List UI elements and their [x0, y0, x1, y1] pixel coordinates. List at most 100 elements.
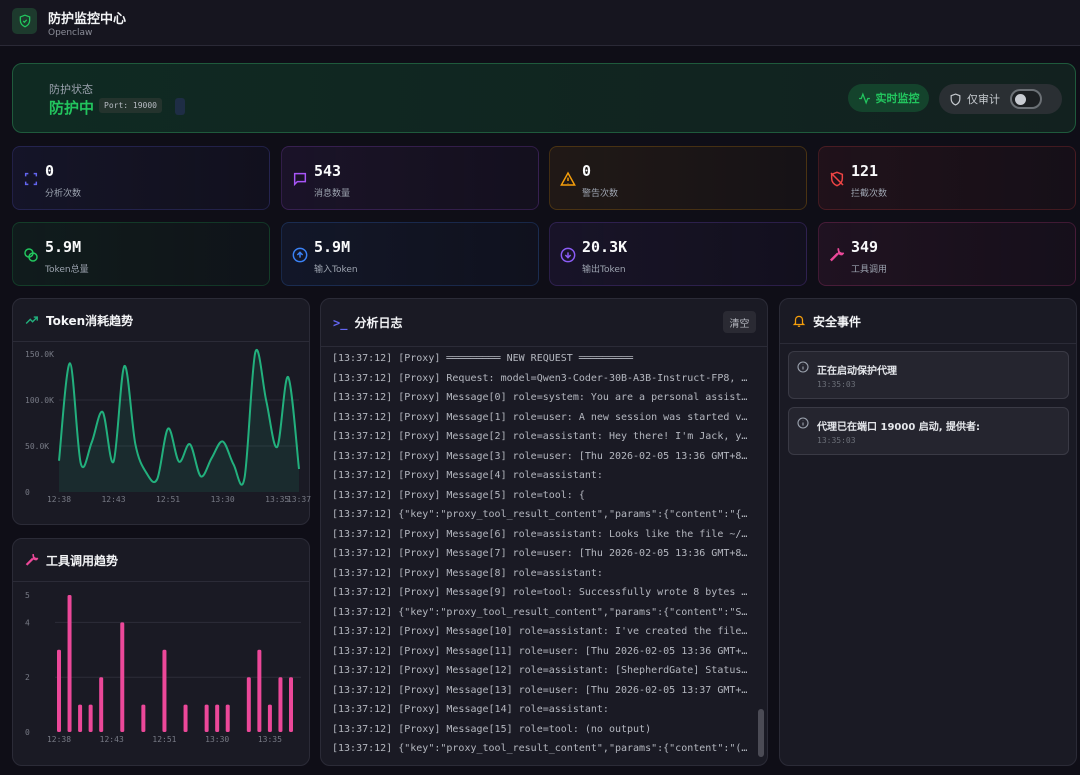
y-tick-label: 5: [25, 591, 30, 600]
audit-only-label: 仅审计: [967, 93, 1000, 106]
y-tick-label: 2: [25, 673, 30, 682]
log-line: [13:37:12] [Proxy] Message[5] role=tool:…: [332, 489, 585, 501]
tool-trend-title: 工具调用趋势: [46, 553, 119, 568]
bar: [78, 704, 83, 732]
bar: [162, 649, 167, 732]
shield-icon: [950, 92, 961, 106]
coins-icon: [24, 248, 38, 262]
log-line: [13:37:12] [Proxy] Message[2] role=assis…: [332, 431, 749, 442]
stat-card: 0 分析次数: [12, 146, 270, 210]
wrench-icon: [25, 554, 39, 566]
stat-value: 121: [851, 162, 879, 180]
stat-card: 20.3K 输出Token: [549, 222, 807, 286]
log-line: [13:37:12] {"key":"proxy_tool_result_con…: [332, 743, 749, 754]
log-line: [13:37:12] [Proxy] Message[13] role=user…: [332, 684, 749, 696]
y-tick-label: 0: [25, 728, 30, 737]
y-tick-label: 100.0K: [25, 396, 54, 405]
log-line: [13:37:12] [Proxy] Request: model=Qwen3-…: [332, 372, 749, 384]
stat-value: 0: [45, 162, 55, 180]
x-tick-label: 12:38: [47, 735, 71, 744]
stat-card: 349 工具调用: [818, 222, 1076, 286]
x-tick-label: 13:30: [205, 735, 229, 744]
log-line: [13:37:12] [Proxy] Message[15] role=tool…: [332, 723, 652, 735]
y-tick-label: 50.0K: [25, 442, 49, 451]
bar: [257, 649, 262, 732]
log-list: [13:37:12] [Proxy] ═════════ NEW REQUEST…: [332, 349, 749, 759]
x-tick-label: 13:37: [287, 495, 311, 504]
stat-label: 工具调用: [851, 265, 888, 275]
app-title: 防护监控中心: [48, 12, 127, 27]
log-line: [13:37:12] [Proxy] Message[0] role=syste…: [332, 392, 749, 403]
bar: [88, 704, 93, 732]
arrow-up-circle-icon: [292, 247, 308, 263]
terminal-icon: >_: [333, 315, 348, 330]
shield-logo-icon: [12, 8, 37, 34]
x-tick-label: 12:38: [47, 495, 71, 504]
x-tick-label: 12:51: [152, 735, 176, 744]
stat-value: 0: [582, 162, 592, 180]
scan-icon: [24, 172, 38, 186]
event-time: 13:35:03: [817, 380, 856, 389]
log-line: [13:37:12] [Proxy] Message[10] role=assi…: [332, 626, 749, 637]
trending-up-icon: [25, 316, 38, 324]
x-tick-label: 13:30: [211, 495, 235, 504]
stat-card: 5.9M 输入Token: [281, 222, 539, 286]
bar: [141, 704, 146, 732]
log-line: [13:37:12] [Proxy] Message[1] role=user:…: [332, 411, 749, 423]
log-line: [13:37:12] [Proxy] ═════════ NEW REQUEST…: [332, 353, 634, 364]
message-icon: [293, 172, 307, 187]
token-trend-title: Token消耗趋势: [46, 313, 134, 328]
token-trend-panel: Token消耗趋势 0 50.0K 100.0K 150.0K 12:38 12:43 12…: [12, 298, 311, 525]
tool-trend-chart: 0 2 4 5 12:38 12:43 12:51 13:30 13:35: [25, 591, 301, 744]
x-tick-label: 12:43: [101, 495, 125, 504]
y-tick-label: 150.0K: [25, 350, 54, 359]
wrench-icon: [829, 248, 845, 262]
bar: [246, 677, 251, 732]
analysis-log-panel: >_ 分析日志 清空 [13:37:12] [Proxy] ═════════ N…: [320, 298, 768, 766]
stat-value: 20.3K: [582, 238, 628, 256]
stat-label: Token总量: [45, 265, 89, 275]
audit-only-toggle[interactable]: [1010, 89, 1042, 109]
stat-label: 分析次数: [45, 189, 82, 199]
event-time: 13:35:03: [817, 436, 856, 445]
status-indicator: [175, 98, 185, 115]
log-line: [13:37:12] [Proxy] Message[9] role=tool:…: [332, 587, 749, 598]
stat-value: 543: [314, 162, 342, 180]
stat-value: 349: [851, 238, 879, 256]
status-value: 防护中: [49, 99, 95, 117]
log-line: [13:37:12] [Proxy] Message[4] role=assis…: [332, 470, 603, 481]
x-tick-label: 12:51: [156, 495, 180, 504]
bar: [267, 704, 272, 732]
info-icon: [797, 417, 809, 429]
tool-trend-panel: 工具调用趋势 0 2 4 5 12:38 12:43 12:51 13:30 13:35: [12, 538, 310, 766]
stat-label: 消息数量: [314, 189, 351, 199]
log-line: [13:37:12] [Proxy] Message[8] role=assis…: [332, 567, 603, 579]
token-trend-chart: 0 50.0K 100.0K 150.0K 12:38 12:43 12:51 13:30 13…: [25, 348, 311, 504]
event-item[interactable]: 代理已在端口 19000 启动, 提供者: 13:35:03: [788, 407, 1069, 455]
app-header: 防护监控中心 Openclaw: [0, 0, 1080, 46]
shield-off-icon: [830, 171, 844, 187]
activity-icon: [858, 91, 870, 105]
protection-status-panel: 防护状态 防护中 Port: 19000 实时监控 仅审计: [12, 63, 1076, 133]
log-line: [13:37:12] [Proxy] Message[14] role=assi…: [332, 704, 609, 715]
audit-only-control: 仅审计: [939, 84, 1062, 114]
log-scrollbar[interactable]: [758, 709, 764, 757]
bar: [278, 677, 283, 732]
log-line: [13:37:12] [Proxy] Message[6] role=assis…: [332, 528, 749, 540]
log-line: [13:37:12] [Proxy] Message[11] role=user…: [332, 645, 749, 657]
clear-log-button[interactable]: 清空: [723, 311, 756, 333]
arrow-down-circle-icon: [560, 247, 576, 263]
log-line: [13:37:12] [Proxy] Message[3] role=user:…: [332, 450, 749, 462]
stat-label: 输出Token: [582, 265, 626, 275]
bar: [183, 704, 188, 732]
event-item[interactable]: 正在启动保护代理 13:35:03: [788, 351, 1069, 399]
x-tick-label: 12:43: [100, 735, 124, 744]
bar: [120, 622, 125, 732]
bar: [204, 704, 209, 732]
info-icon: [797, 361, 809, 373]
security-events-panel: 安全事件 正在启动保护代理 13:35:03 代理已在端口 19000 启动, 提供…: [779, 298, 1077, 766]
live-monitor-button[interactable]: 实时监控: [848, 84, 929, 112]
status-label: 防护状态: [49, 83, 93, 96]
bar: [289, 677, 293, 732]
stat-card: 543 消息数量: [281, 146, 539, 210]
